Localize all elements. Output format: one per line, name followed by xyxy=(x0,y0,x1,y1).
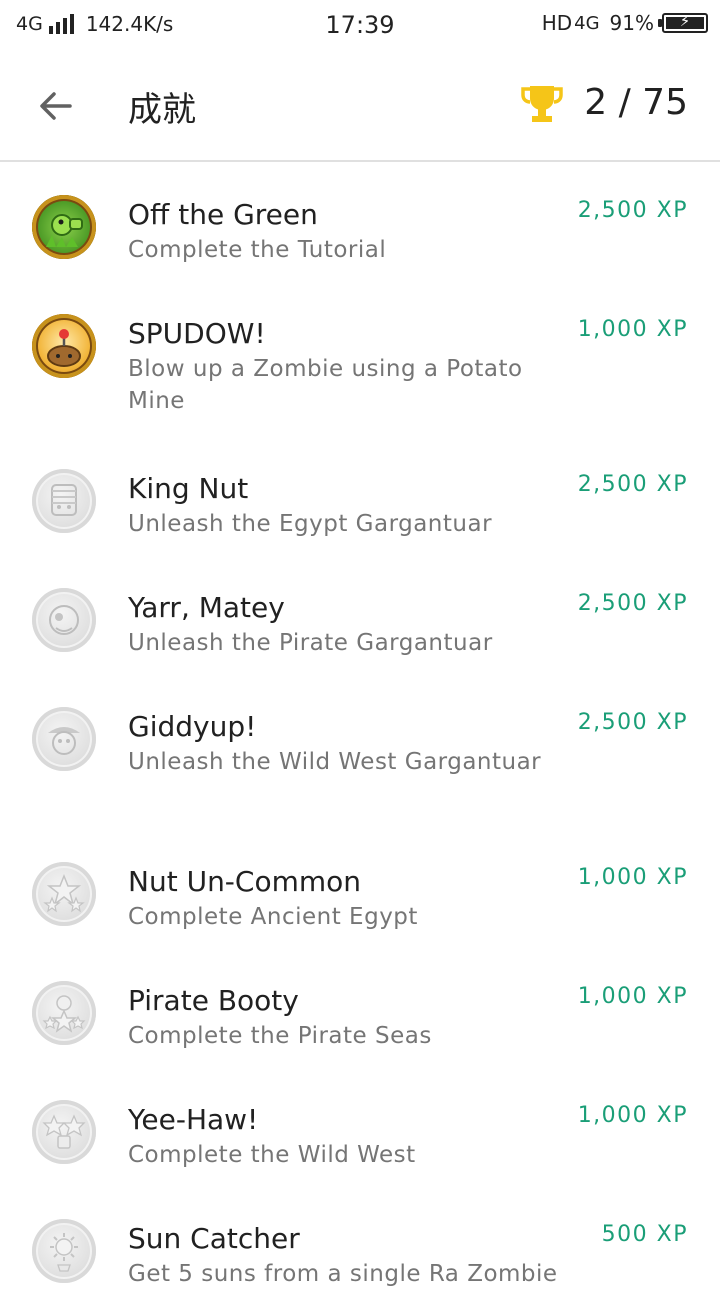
achievement-name: Yarr, Matey xyxy=(128,591,285,624)
achievement-name: Pirate Booty xyxy=(128,984,299,1017)
achievement-xp: 1,000 XP xyxy=(577,1103,688,1128)
achievement-description: Blow up a Zombie using a Potato Mine xyxy=(128,356,523,414)
battery-percent: 91% xyxy=(609,11,654,35)
achievement-progress: 2 / 75 xyxy=(584,82,688,123)
app-bar: 成就 2 / 75 xyxy=(0,52,720,162)
achievement-description: Unleash the Wild West Gargantuar xyxy=(128,749,542,775)
achievement-description: Unleash the Pirate Gargantuar xyxy=(128,630,493,656)
achievement-xp: 1,000 XP xyxy=(577,984,688,1009)
achievement-name: Sun Catcher xyxy=(128,1222,300,1255)
achievement-xp: 500 XP xyxy=(601,1222,688,1247)
battery-icon: ⚡ xyxy=(658,12,708,33)
achievement-name: SPUDOW! xyxy=(128,317,266,350)
mobile-data-label: 4G xyxy=(574,12,600,34)
status-bar: 4G 142.4K/s 17:39 HD 4G 91% ⚡ xyxy=(0,0,720,52)
sun-badge-icon xyxy=(32,1219,96,1283)
wild-west-gargantuar-badge-icon xyxy=(32,707,96,771)
stars-badge-icon xyxy=(32,862,96,926)
achievement-description: Complete the Tutorial xyxy=(128,237,387,263)
achievement-xp: 2,500 XP xyxy=(577,591,688,616)
achievement-xp: 1,000 XP xyxy=(577,865,688,890)
potato-mine-badge-icon xyxy=(32,314,96,378)
achievement-name: Off the Green xyxy=(128,198,318,231)
hd-label: HD xyxy=(541,11,573,35)
trophy-icon xyxy=(520,82,564,126)
achievement-name: Giddyup! xyxy=(128,710,257,743)
stars-barrel-badge-icon xyxy=(32,1100,96,1164)
achievement-name: Nut Un-Common xyxy=(128,865,362,898)
stars-skull-badge-icon xyxy=(32,981,96,1045)
achievement-name: Yee-Haw! xyxy=(128,1103,259,1136)
status-right: HD 4G 91% ⚡ xyxy=(542,11,708,35)
page-title: 成就 xyxy=(128,90,196,130)
back-arrow-icon[interactable] xyxy=(34,84,78,128)
achievement-description: Unleash the Egypt Gargantuar xyxy=(128,511,493,537)
pirate-gargantuar-badge-icon xyxy=(32,588,96,652)
achievement-description: Get 5 suns from a single Ra Zombie xyxy=(128,1261,558,1287)
achievement-xp: 2,500 XP xyxy=(577,472,688,497)
egypt-gargantuar-badge-icon xyxy=(32,469,96,533)
achievement-description: Complete the Wild West xyxy=(128,1142,416,1168)
achievement-description: Complete Ancient Egypt xyxy=(128,904,418,930)
achievement-xp: 1,000 XP xyxy=(577,317,688,342)
achievement-name: King Nut xyxy=(128,472,249,505)
peashooter-badge-icon xyxy=(32,195,96,259)
achievement-xp: 2,500 XP xyxy=(577,710,688,735)
achievement-xp: 2,500 XP xyxy=(577,198,688,223)
achievement-description: Complete the Pirate Seas xyxy=(128,1023,432,1049)
